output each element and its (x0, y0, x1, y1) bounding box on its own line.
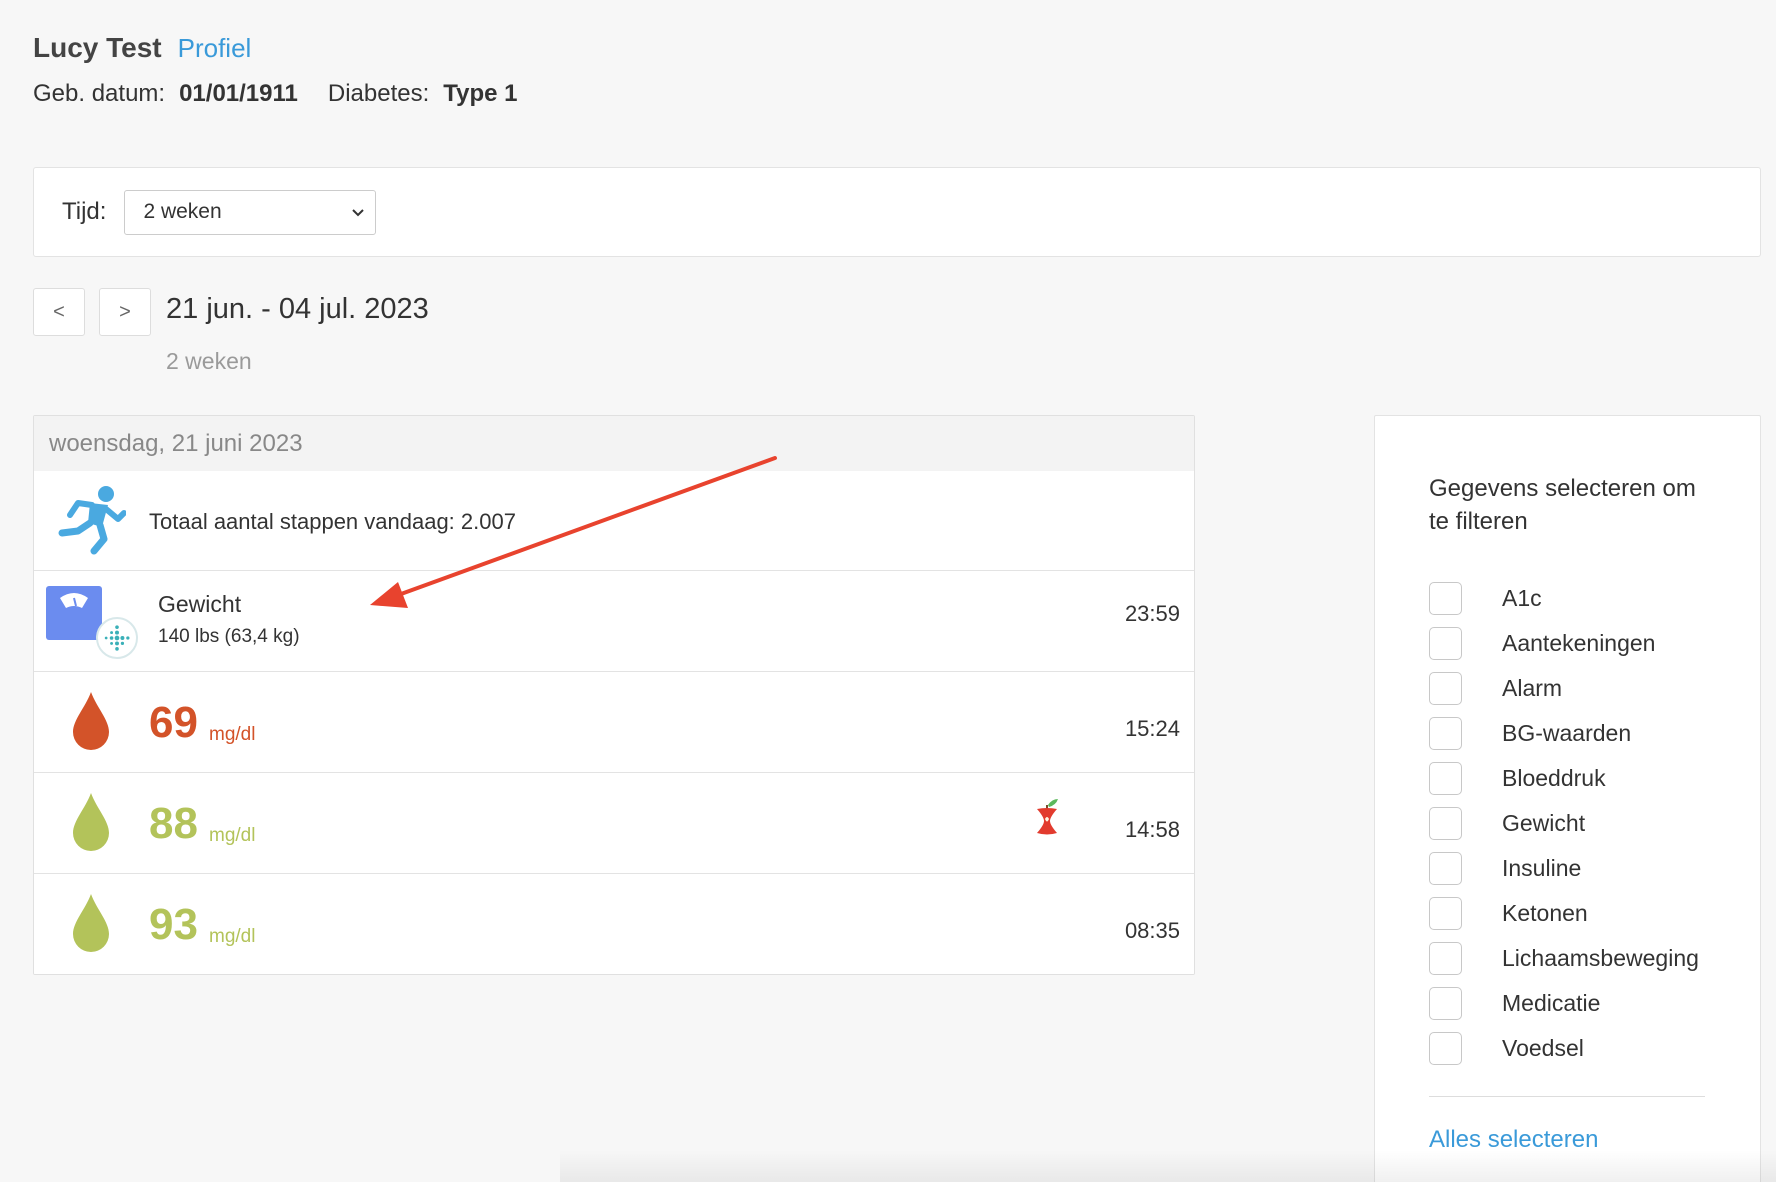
filter-option-label: BG-waarden (1502, 720, 1632, 746)
steps-total-text: Totaal aantal stappen vandaag: 2.007 (149, 509, 516, 534)
checkbox[interactable] (1429, 627, 1462, 660)
date-range-subtitle: 2 weken (166, 348, 252, 374)
filter-option-label: Insuline (1502, 855, 1582, 881)
checkbox[interactable] (1429, 717, 1462, 750)
bg-reading-row[interactable]: 69 mg/dl 15:24 (34, 672, 1194, 773)
next-period-button[interactable]: > (99, 288, 151, 336)
patient-header: Lucy Test Profiel Geb. datum: 01/01/1911… (33, 32, 548, 108)
filter-option-label: Voedsel (1502, 1035, 1584, 1061)
date-range: 21 jun. - 04 jul. 2023 (166, 293, 429, 325)
checkbox[interactable] (1429, 942, 1462, 975)
filter-option-label: Lichaamsbeweging (1502, 945, 1699, 971)
filter-option-bg-waarden[interactable]: BG-waarden (1429, 711, 1699, 756)
filter-option-label: Bloeddruk (1502, 765, 1606, 791)
checkbox[interactable] (1429, 762, 1462, 795)
filter-option-label: Ketonen (1502, 900, 1588, 926)
filter-option-ketonen[interactable]: Ketonen (1429, 891, 1699, 936)
checkbox[interactable] (1429, 672, 1462, 705)
profile-link[interactable]: Profiel (178, 33, 252, 64)
filter-option-a1c[interactable]: A1c (1429, 576, 1699, 621)
filter-option-label: Aantekeningen (1502, 630, 1656, 656)
filter-option-medicatie[interactable]: Medicatie (1429, 981, 1699, 1026)
blood-drop-icon (73, 894, 109, 952)
time-range-selected: 2 weken (143, 200, 222, 223)
weight-title: Gewicht (158, 591, 242, 617)
patient-name: Lucy Test (33, 32, 162, 63)
diabetes-value: Type 1 (443, 80, 518, 107)
entry-time: 14:58 (1124, 817, 1180, 842)
bg-reading-row[interactable]: 88 mg/dl 14:58 (34, 773, 1194, 874)
filter-option-bloeddruk[interactable]: Bloeddruk (1429, 756, 1699, 801)
prev-period-button[interactable]: < (33, 288, 85, 336)
weight-row[interactable]: Gewicht 140 lbs (63,4 kg) 23:59 (34, 571, 1194, 672)
time-filter-panel: Tijd: 2 weken (33, 167, 1761, 257)
blood-drop-icon (73, 692, 109, 750)
filter-option-label: A1c (1502, 585, 1542, 611)
patient-name-row: Lucy Test Profiel (33, 32, 548, 64)
chevron-down-icon (352, 209, 365, 217)
day-header: woensdag, 21 juni 2023 (34, 416, 1194, 471)
bg-value: 93 (149, 900, 198, 949)
checkbox[interactable] (1429, 852, 1462, 885)
time-range-select[interactable]: 2 weken (124, 189, 377, 235)
select-all-link[interactable]: Alles selecteren (1429, 1126, 1598, 1154)
checkbox[interactable] (1429, 987, 1462, 1020)
blood-drop-icon (73, 793, 109, 851)
filter-option-label: Gewicht (1502, 810, 1586, 836)
bg-value: 88 (149, 799, 198, 848)
steps-row[interactable]: Totaal aantal stappen vandaag: 2.007 (34, 471, 1194, 571)
checkbox[interactable] (1429, 807, 1462, 840)
bg-reading-row[interactable]: 93 mg/dl 08:35 (34, 874, 1194, 974)
filter-option-lichaamsbeweging[interactable]: Lichaamsbeweging (1429, 936, 1699, 981)
weight-value: 140 lbs (63,4 kg) (158, 626, 300, 647)
filter-option-label: Alarm (1502, 675, 1563, 701)
checkbox[interactable] (1429, 1032, 1462, 1065)
filter-title: Gegevens selecteren om te filteren (1429, 475, 1696, 535)
dob-label: Geb. datum: (33, 80, 166, 107)
filter-option-gewicht[interactable]: Gewicht (1429, 801, 1699, 846)
time-label: Tijd: (62, 198, 107, 225)
weighing-scale-icon (46, 586, 102, 640)
entry-time: 08:35 (1124, 918, 1180, 943)
bg-value: 69 (149, 698, 198, 747)
logbook-card: woensdag, 21 juni 2023 Totaal aantal sta… (33, 415, 1195, 975)
fitbit-icon (96, 617, 138, 659)
running-person-icon (58, 486, 126, 555)
filter-divider (1429, 1096, 1705, 1097)
diabetes-label: Diabetes: (327, 80, 430, 107)
entry-time: 23:59 (1124, 601, 1180, 626)
filter-option-alarm[interactable]: Alarm (1429, 666, 1699, 711)
filter-list: A1c Aantekeningen Alarm BG-waarden Bloed… (1429, 576, 1699, 1071)
page: Lucy Test Profiel Geb. datum: 01/01/1911… (0, 0, 1776, 1182)
dob-value: 01/01/1911 (179, 80, 298, 107)
filter-option-insuline[interactable]: Insuline (1429, 846, 1699, 891)
bg-unit: mg/dl (209, 825, 256, 846)
filter-option-voedsel[interactable]: Voedsel (1429, 1026, 1699, 1071)
bg-unit: mg/dl (209, 926, 256, 947)
entry-time: 15:24 (1124, 716, 1180, 741)
bg-unit: mg/dl (209, 724, 256, 745)
patient-meta: Geb. datum: 01/01/1911 Diabetes: Type 1 (33, 80, 548, 108)
filter-option-aantekeningen[interactable]: Aantekeningen (1429, 621, 1699, 666)
filter-panel: Gegevens selecteren om te filteren A1c A… (1374, 415, 1761, 1182)
checkbox[interactable] (1429, 582, 1462, 615)
checkbox[interactable] (1429, 897, 1462, 930)
filter-option-label: Medicatie (1502, 990, 1601, 1016)
apple-core-icon (1037, 799, 1058, 835)
